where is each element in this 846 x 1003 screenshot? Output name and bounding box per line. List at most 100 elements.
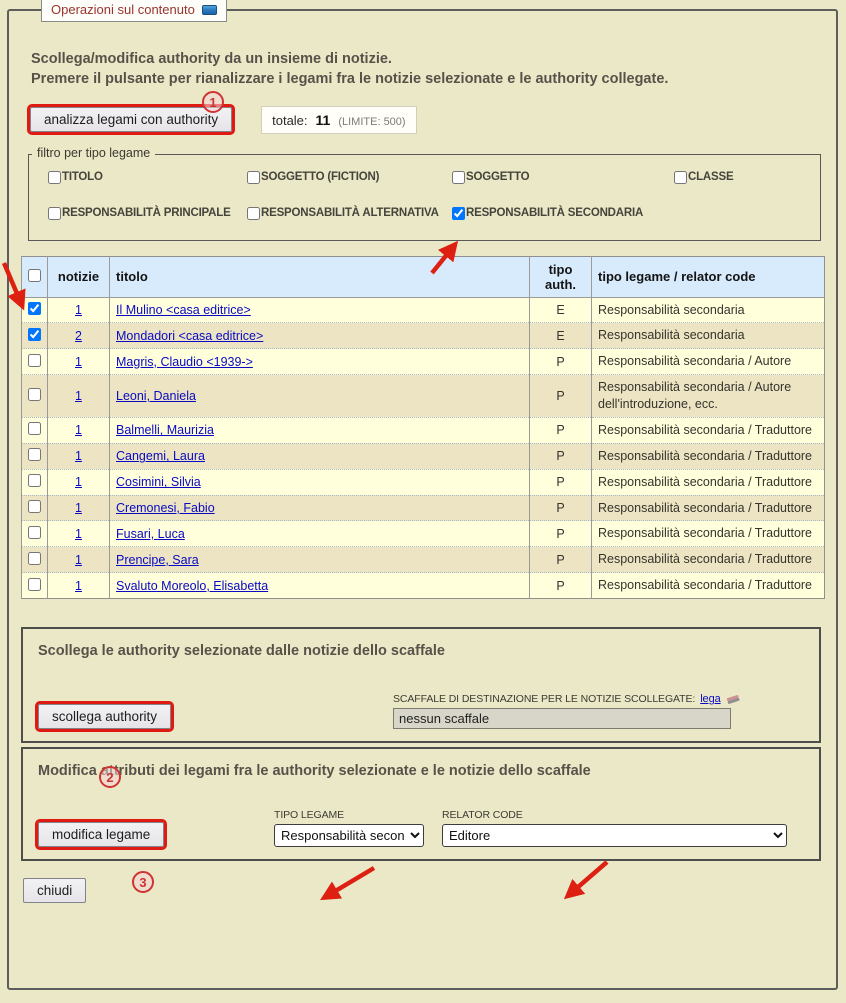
row-checkbox[interactable] (28, 526, 41, 539)
tipo-auth-value: P (530, 349, 592, 375)
titolo-link[interactable]: Mondadori <casa editrice> (116, 329, 263, 343)
filter-checkbox-item[interactable]: RESPONSABILITÀ PRINCIPALE (48, 207, 247, 220)
relator-code-label: RELATOR CODE (442, 809, 787, 821)
filter-checkbox[interactable] (247, 171, 260, 184)
tipo-legame-value: Responsabilità secondaria / Autore (592, 349, 825, 375)
tipo-auth-value: P (530, 375, 592, 418)
notizie-count-link[interactable]: 2 (75, 329, 82, 343)
intro-line2: Premere il pulsante per rianalizzare i l… (31, 69, 816, 89)
filter-checkbox[interactable] (48, 207, 61, 220)
tipo-legame-value: Responsabilità secondaria / Traduttore (592, 573, 825, 599)
filter-checkbox-label: SOGGETTO (466, 171, 529, 183)
filter-checkbox-item[interactable]: SOGGETTO (452, 171, 674, 184)
modifica-box: Modifica attributi dei legami fra le aut… (21, 747, 821, 861)
tipo-legame-value: Responsabilità secondaria / Traduttore (592, 495, 825, 521)
tipo-legame-value: Responsabilità secondaria / Traduttore (592, 417, 825, 443)
scollega-row: scollega authority SCAFFALE DI DESTINAZI… (38, 693, 805, 729)
filter-checkbox-item[interactable]: RESPONSABILITÀ ALTERNATIVA (247, 207, 452, 220)
row-checkbox[interactable] (28, 388, 41, 401)
tipo-auth-value: P (530, 521, 592, 547)
notizie-count-link[interactable]: 1 (75, 527, 82, 541)
filter-checkbox[interactable] (452, 171, 465, 184)
filter-checkbox-item[interactable]: SOGGETTO (FICTION) (247, 171, 452, 184)
notizie-count-link[interactable]: 1 (75, 355, 82, 369)
row-checkbox[interactable] (28, 302, 41, 315)
notizie-count-link[interactable]: 1 (75, 449, 82, 463)
table-row: 1 Cangemi, Laura P Responsabilità second… (22, 443, 825, 469)
filter-checkbox-label: RESPONSABILITÀ ALTERNATIVA (261, 207, 439, 219)
minimize-icon[interactable] (202, 5, 217, 15)
notizie-count-link[interactable]: 1 (75, 475, 82, 489)
titolo-link[interactable]: Svaluto Moreolo, Elisabetta (116, 579, 268, 593)
filter-checkbox[interactable] (48, 171, 61, 184)
notizie-count-link[interactable]: 1 (75, 389, 82, 403)
filter-checkbox-label: TITOLO (62, 171, 103, 183)
notizie-count-link[interactable]: 1 (75, 501, 82, 515)
scollega-heading: Scollega le authority selezionate dalle … (38, 643, 805, 659)
intro-line1: Scollega/modifica authority da un insiem… (31, 49, 816, 69)
tipo-auth-value: P (530, 469, 592, 495)
row-checkbox[interactable] (28, 354, 41, 367)
titolo-link[interactable]: Cosimini, Silvia (116, 475, 201, 489)
filter-checkbox-item[interactable]: TITOLO (48, 171, 247, 184)
row-checkbox[interactable] (28, 474, 41, 487)
tipo-auth-value: E (530, 323, 592, 349)
filter-checkbox[interactable] (247, 207, 260, 220)
scollega-authority-button[interactable]: scollega authority (38, 704, 171, 729)
relator-code-select[interactable]: Editore (442, 824, 787, 847)
select-all-checkbox[interactable] (28, 269, 41, 282)
panel-legend: Operazioni sul contenuto (41, 0, 227, 22)
titolo-link[interactable]: Magris, Claudio <1939-> (116, 355, 253, 369)
row-checkbox[interactable] (28, 500, 41, 513)
tipo-auth-value: P (530, 547, 592, 573)
table-row: 1 Svaluto Moreolo, Elisabetta P Responsa… (22, 573, 825, 599)
limit-label: (LIMITE: 500) (338, 116, 405, 128)
results-tbody: 1 Il Mulino <casa editrice> E Responsabi… (22, 297, 825, 599)
row-checkbox[interactable] (28, 448, 41, 461)
notizie-count-link[interactable]: 1 (75, 553, 82, 567)
tipo-legame-value: Responsabilità secondaria (592, 297, 825, 323)
filter-checkbox-label: RESPONSABILITÀ PRINCIPALE (62, 207, 231, 219)
filter-legend: filtro per tipo legame (32, 146, 155, 160)
tipo-legame-select[interactable]: Responsabilità secondaria (274, 824, 424, 847)
titolo-link[interactable]: Leoni, Daniela (116, 389, 196, 403)
row-checkbox[interactable] (28, 552, 41, 565)
filter-checkbox-label: CLASSE (688, 171, 733, 183)
titolo-link[interactable]: Prencipe, Sara (116, 553, 199, 567)
tipo-auth-value: P (530, 417, 592, 443)
modifica-row: modifica legame TIPO LEGAME Responsabili… (38, 809, 805, 847)
close-button[interactable]: chiudi (23, 878, 86, 903)
row-checkbox[interactable] (28, 422, 41, 435)
lega-link[interactable]: lega (700, 693, 720, 705)
filter-grid: TITOLO SOGGETTO (FICTION) SOGGETTO CLASSE RE… (48, 171, 810, 220)
action-row: analizza legami con authority totale: 11… (30, 106, 836, 134)
titolo-link[interactable]: Balmelli, Maurizia (116, 423, 214, 437)
titolo-link[interactable]: Cangemi, Laura (116, 449, 205, 463)
filter-checkbox-item[interactable]: CLASSE (674, 171, 810, 184)
filter-checkbox-item[interactable]: RESPONSABILITÀ SECONDARIA (452, 207, 674, 220)
results-table: notizie titolo tipo auth. tipo legame / … (21, 256, 825, 600)
tipo-auth-value: P (530, 443, 592, 469)
annotation-step-1: 1 (202, 91, 224, 113)
titolo-link[interactable]: Fusari, Luca (116, 527, 185, 541)
filter-checkbox[interactable] (452, 207, 465, 220)
table-row: 1 Cremonesi, Fabio P Responsabilità seco… (22, 495, 825, 521)
notizie-count-link[interactable]: 1 (75, 303, 82, 317)
titolo-link[interactable]: Il Mulino <casa editrice> (116, 303, 251, 317)
annotation-step-3: 3 (132, 871, 154, 893)
intro-text: Scollega/modifica authority da un insiem… (31, 49, 816, 90)
table-row: 1 Fusari, Luca P Responsabilità secondar… (22, 521, 825, 547)
tipo-legame-value: Responsabilità secondaria / Traduttore (592, 469, 825, 495)
notizie-count-link[interactable]: 1 (75, 423, 82, 437)
filter-checkbox[interactable] (674, 171, 687, 184)
notizie-count-link[interactable]: 1 (75, 579, 82, 593)
eraser-icon[interactable] (726, 694, 740, 705)
titolo-link[interactable]: Cremonesi, Fabio (116, 501, 215, 515)
tipo-legame-value: Responsabilità secondaria / Traduttore (592, 443, 825, 469)
row-checkbox[interactable] (28, 578, 41, 591)
annotation-step-2: 2 (99, 766, 121, 788)
scaffale-destination-input[interactable] (393, 708, 731, 729)
modifica-legame-button[interactable]: modifica legame (38, 822, 164, 847)
row-checkbox[interactable] (28, 328, 41, 341)
analyze-links-button[interactable]: analizza legami con authority (30, 107, 232, 132)
